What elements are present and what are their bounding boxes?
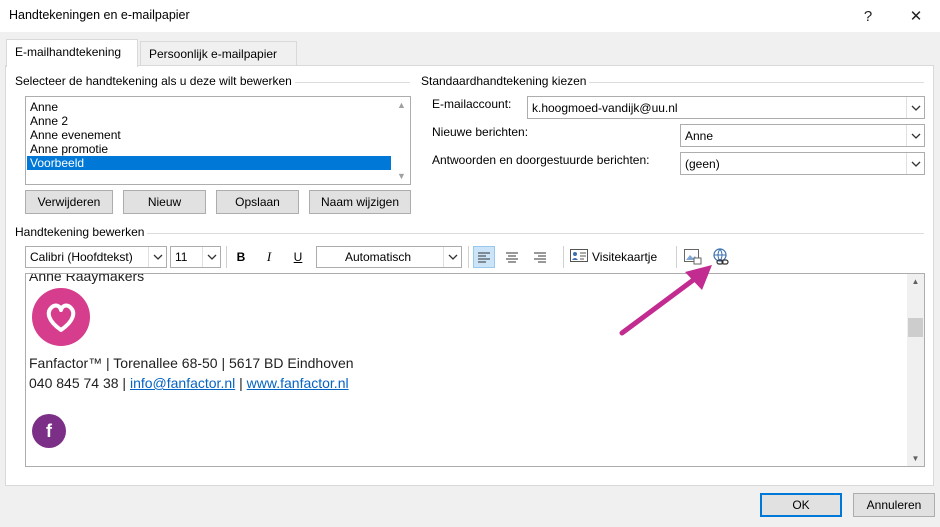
align-right-icon[interactable] [529, 246, 551, 268]
list-item[interactable]: Anne 2 [27, 114, 391, 128]
address-line: Fanfactor™ | Torenallee 68-50 | 5617 BD … [29, 355, 354, 371]
scroll-down-icon[interactable]: ▼ [393, 171, 410, 181]
replies-value: (geen) [685, 157, 720, 171]
italic-button[interactable]: I [258, 246, 280, 268]
group-divider [15, 233, 924, 234]
website-link[interactable]: www.fanfactor.nl [247, 375, 349, 391]
tab-personal-stationery[interactable]: Persoonlijk e-mailpapier [140, 41, 297, 65]
cancel-button-label: Annuleren [866, 498, 922, 512]
list-item[interactable]: Anne promotie [27, 142, 391, 156]
chevron-down-icon [202, 247, 220, 267]
save-button-label: Opslaan [235, 195, 280, 209]
scroll-up-icon[interactable]: ▲ [907, 277, 924, 286]
delete-button-label: Verwijderen [37, 195, 101, 209]
ok-button[interactable]: OK [760, 493, 842, 517]
chevron-down-icon [443, 247, 461, 267]
listbox-scrollbar[interactable]: ▲ ▼ [393, 97, 410, 184]
edit-signature-label: Handtekening bewerken [15, 225, 148, 239]
rename-button-label: Naam wijzigen [320, 195, 400, 209]
toolbar-separator [226, 246, 227, 268]
toolbar-separator [468, 246, 469, 268]
scroll-thumb[interactable] [908, 318, 923, 337]
font-size-value: 11 [175, 250, 188, 264]
signature-name: Anne Raaymakers [29, 273, 145, 284]
email-link[interactable]: info@fanfactor.nl [130, 375, 235, 391]
toolbar-separator [563, 246, 564, 268]
email-account-select[interactable]: k.hoogmoed-vandijk@uu.nl [527, 96, 925, 119]
bold-button[interactable]: B [230, 246, 252, 268]
cancel-button[interactable]: Annuleren [853, 493, 935, 517]
signature-listbox[interactable]: Anne Anne 2 Anne evenement Anne promotie… [25, 96, 411, 185]
facebook-icon[interactable]: f [32, 414, 66, 448]
tab-label: E-mailhandtekening [15, 45, 122, 59]
underline-button[interactable]: U [287, 246, 309, 268]
rename-button[interactable]: Naam wijzigen [309, 190, 411, 214]
phone-number: 040 845 74 38 [29, 375, 119, 391]
new-messages-label: Nieuwe berichten: [432, 125, 529, 139]
tab-email-signature[interactable]: E-mailhandtekening [6, 39, 138, 67]
new-messages-value: Anne [685, 129, 714, 143]
chevron-down-icon [148, 247, 166, 267]
font-color-value: Automatisch [345, 250, 412, 264]
chevron-down-icon [906, 97, 924, 118]
new-messages-select[interactable]: Anne [680, 124, 925, 147]
tab-label: Persoonlijk e-mailpapier [149, 47, 278, 61]
list-item-selected[interactable]: Voorbeeld [27, 156, 391, 170]
close-button[interactable]: ✕ [893, 0, 939, 32]
font-color-select[interactable]: Automatisch [316, 246, 462, 268]
annotation-arrow [619, 265, 712, 336]
separator: | [118, 375, 130, 391]
editor-scrollbar[interactable]: ▲ ▼ [907, 274, 924, 466]
font-select[interactable]: Calibri (Hoofdtekst) [25, 246, 167, 268]
select-signature-label: Selecteer de handtekening als u deze wil… [15, 74, 295, 88]
replies-label: Antwoorden en doorgestuurde berichten: [432, 153, 650, 167]
separator: | [235, 375, 247, 391]
align-left-icon[interactable] [473, 246, 495, 268]
new-button-label: Nieuw [147, 195, 182, 209]
default-signature-label: Standaardhandtekening kiezen [421, 74, 590, 88]
window-title: Handtekeningen en e-mailpapier [9, 8, 190, 22]
email-account-label: E-mailaccount: [432, 97, 512, 111]
chevron-down-icon [906, 125, 924, 146]
scroll-up-icon[interactable]: ▲ [393, 100, 410, 110]
ok-button-label: OK [792, 498, 810, 512]
contact-line: 040 845 74 38 | info@fanfactor.nl | www.… [29, 375, 349, 391]
list-item[interactable]: Anne [27, 100, 391, 114]
signature-editor[interactable]: Anne Raaymakers Fanfactor™ | Torenallee … [25, 273, 925, 467]
delete-button[interactable]: Verwijderen [25, 190, 113, 214]
replies-select[interactable]: (geen) [680, 152, 925, 175]
align-center-icon[interactable] [501, 246, 523, 268]
font-size-select[interactable]: 11 [170, 246, 221, 268]
business-card-icon [570, 249, 588, 265]
font-value: Calibri (Hoofdtekst) [30, 250, 133, 264]
list-item[interactable]: Anne evenement [27, 128, 391, 142]
new-button[interactable]: Nieuw [123, 190, 206, 214]
chevron-down-icon [906, 153, 924, 174]
fanfactor-logo [32, 288, 90, 349]
save-button[interactable]: Opslaan [216, 190, 299, 214]
scroll-down-icon[interactable]: ▼ [907, 454, 924, 463]
help-button[interactable]: ? [845, 0, 891, 32]
email-account-value: k.hoogmoed-vandijk@uu.nl [532, 101, 678, 115]
